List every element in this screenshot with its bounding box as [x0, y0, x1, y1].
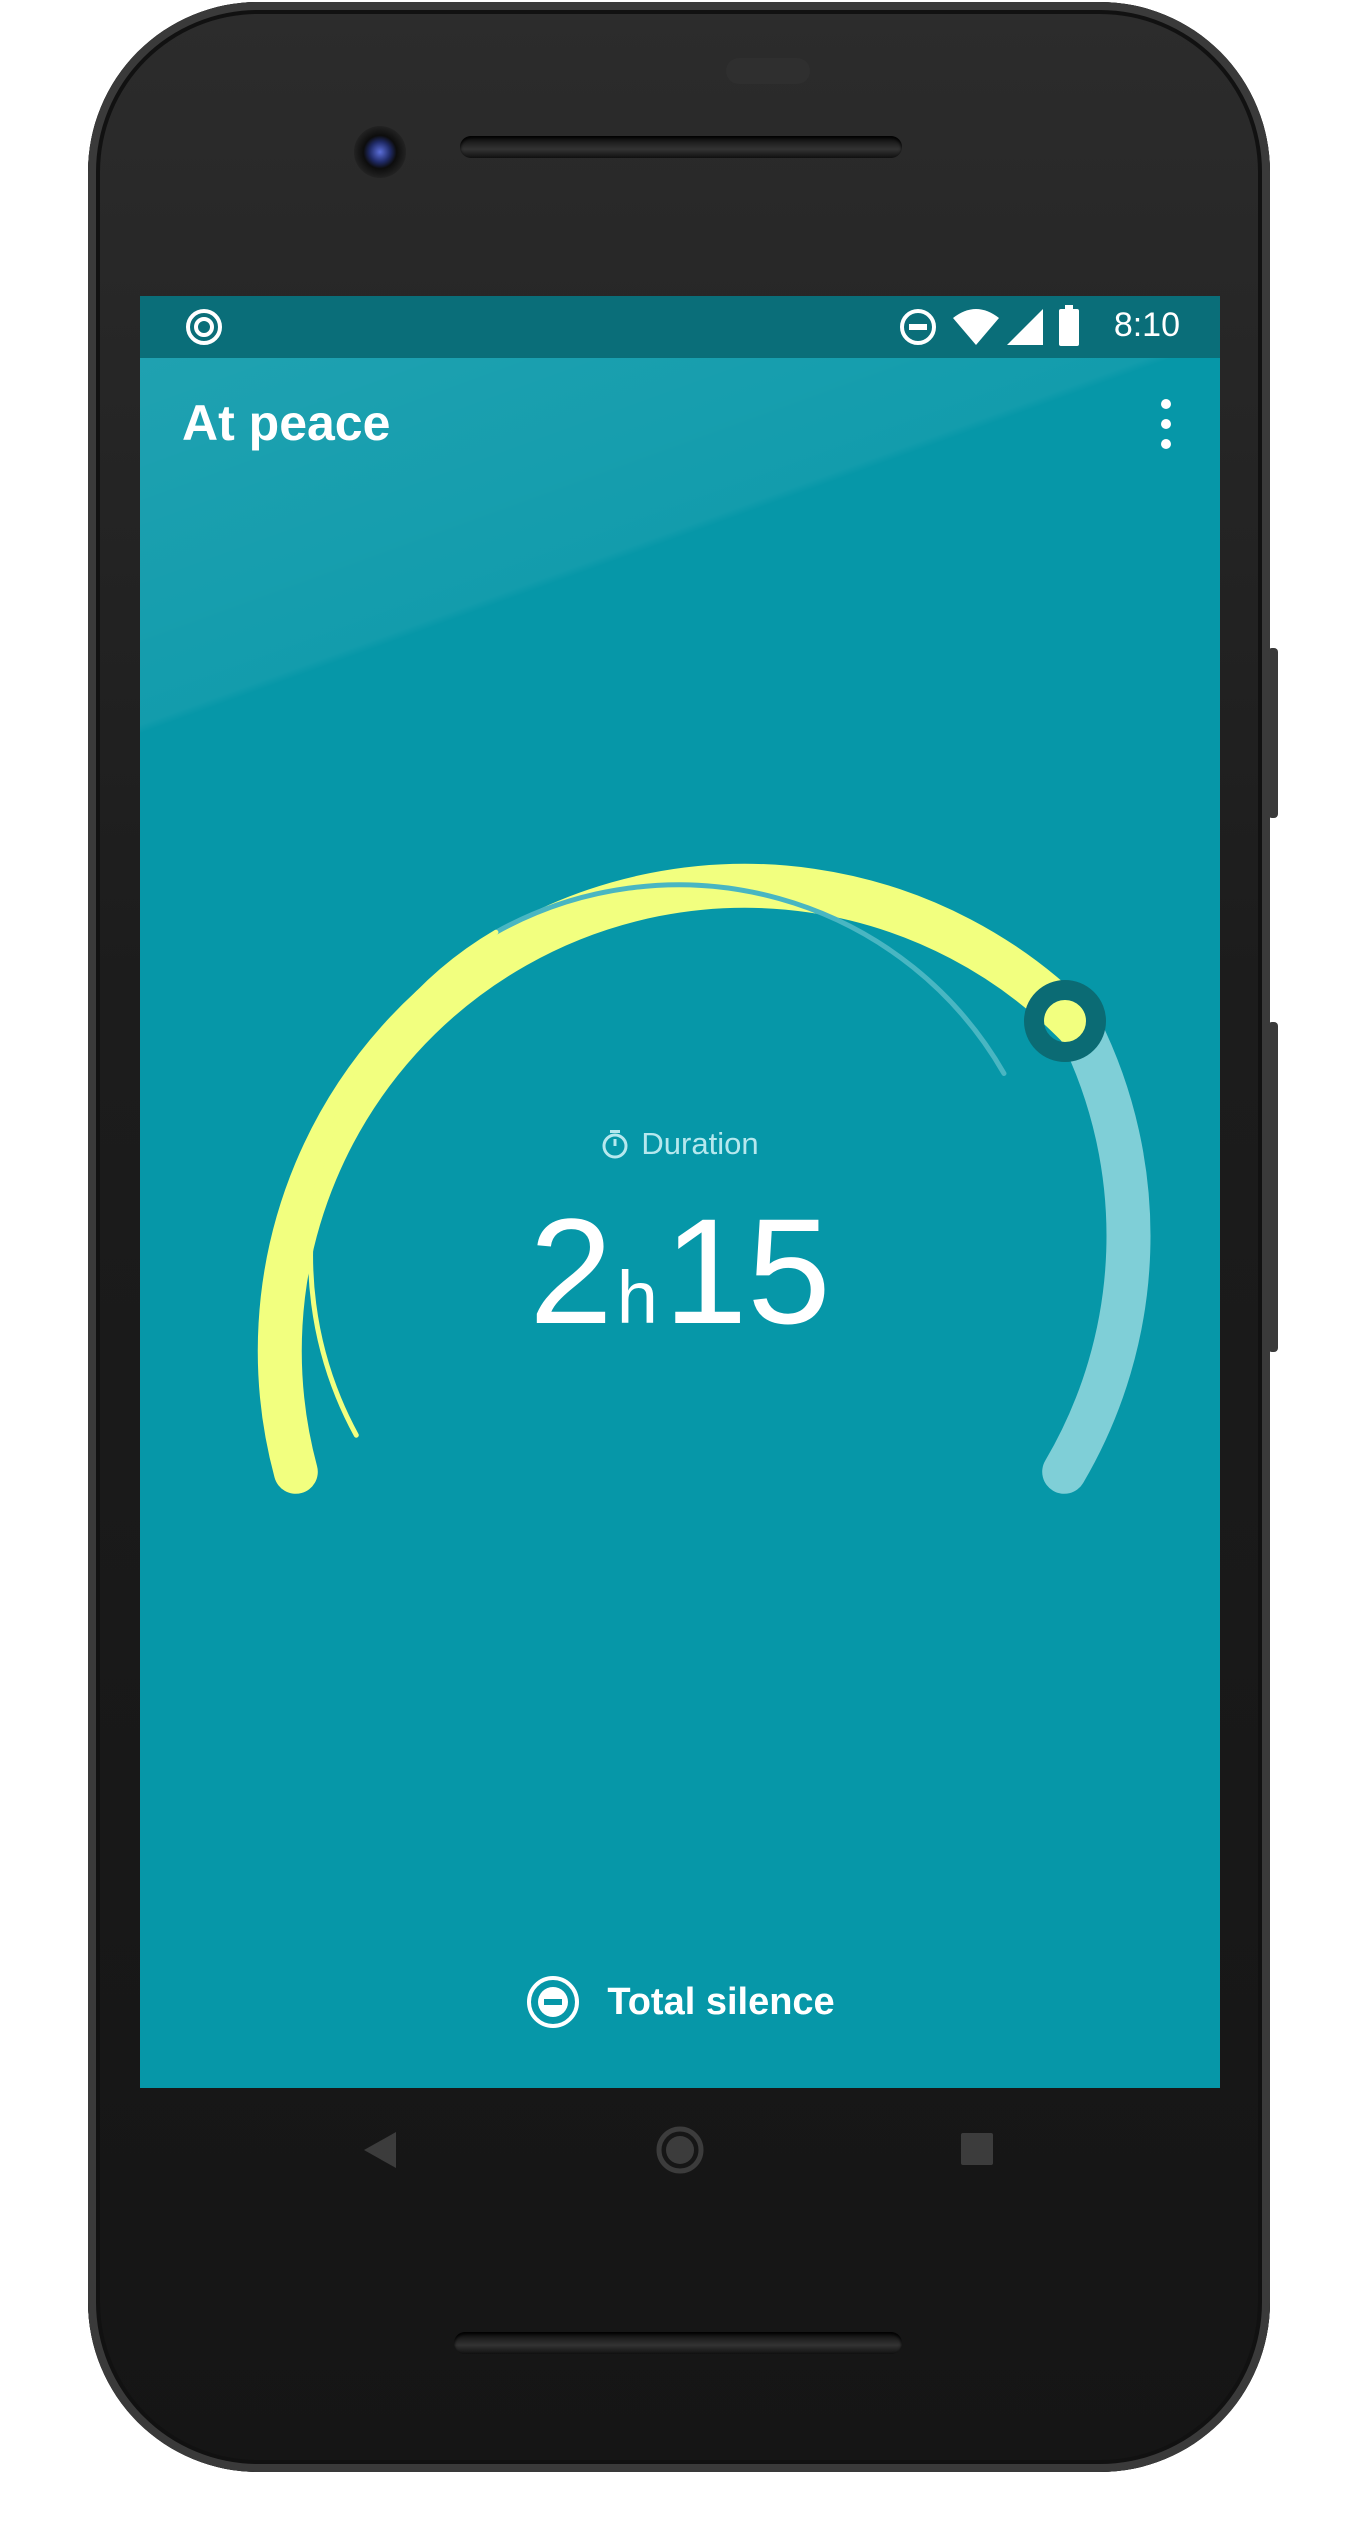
back-icon[interactable]	[362, 2130, 398, 2170]
more-vert-icon[interactable]	[1146, 394, 1186, 454]
battery-icon	[1059, 305, 1079, 346]
recents-icon[interactable]	[960, 2132, 994, 2166]
top-speaker-grille	[460, 136, 902, 158]
bottom-speaker-grille	[454, 2332, 902, 2354]
volume-button	[1268, 1022, 1278, 1352]
minutes-value: 15	[663, 1187, 831, 1355]
wifi-icon	[953, 309, 999, 345]
page-title: At peace	[182, 395, 391, 451]
front-camera	[354, 126, 406, 178]
hours-value: 2	[529, 1187, 613, 1355]
timer-icon	[602, 1130, 628, 1159]
power-button	[1268, 648, 1278, 818]
status-time: 8:10	[1113, 306, 1180, 344]
dial-inner-progress	[308, 929, 499, 1438]
total-silence-button[interactable]: Total silence	[140, 1972, 1220, 2032]
screen: 8:10 At peace Duration 2 h 15 Total sile…	[140, 296, 1220, 2088]
do-not-disturb-icon	[900, 309, 936, 345]
dial-progress-arc	[257, 863, 1102, 1494]
status-bar: 8:10	[140, 296, 1220, 358]
duration-label-row: Duration	[140, 1124, 1220, 1164]
duration-label: Duration	[641, 1126, 759, 1161]
notification-ring-icon	[186, 309, 222, 345]
cell-signal-icon	[1007, 309, 1043, 345]
home-icon[interactable]	[656, 2126, 704, 2174]
do-not-disturb-icon	[527, 1976, 580, 2028]
screen-glare	[140, 296, 1220, 796]
hours-unit: h	[616, 1256, 658, 1339]
proximity-sensor	[726, 58, 810, 84]
duration-readout: 2 h 15	[140, 1196, 1220, 1356]
nav-bar	[140, 2088, 1220, 2218]
total-silence-label: Total silence	[607, 1980, 835, 2023]
